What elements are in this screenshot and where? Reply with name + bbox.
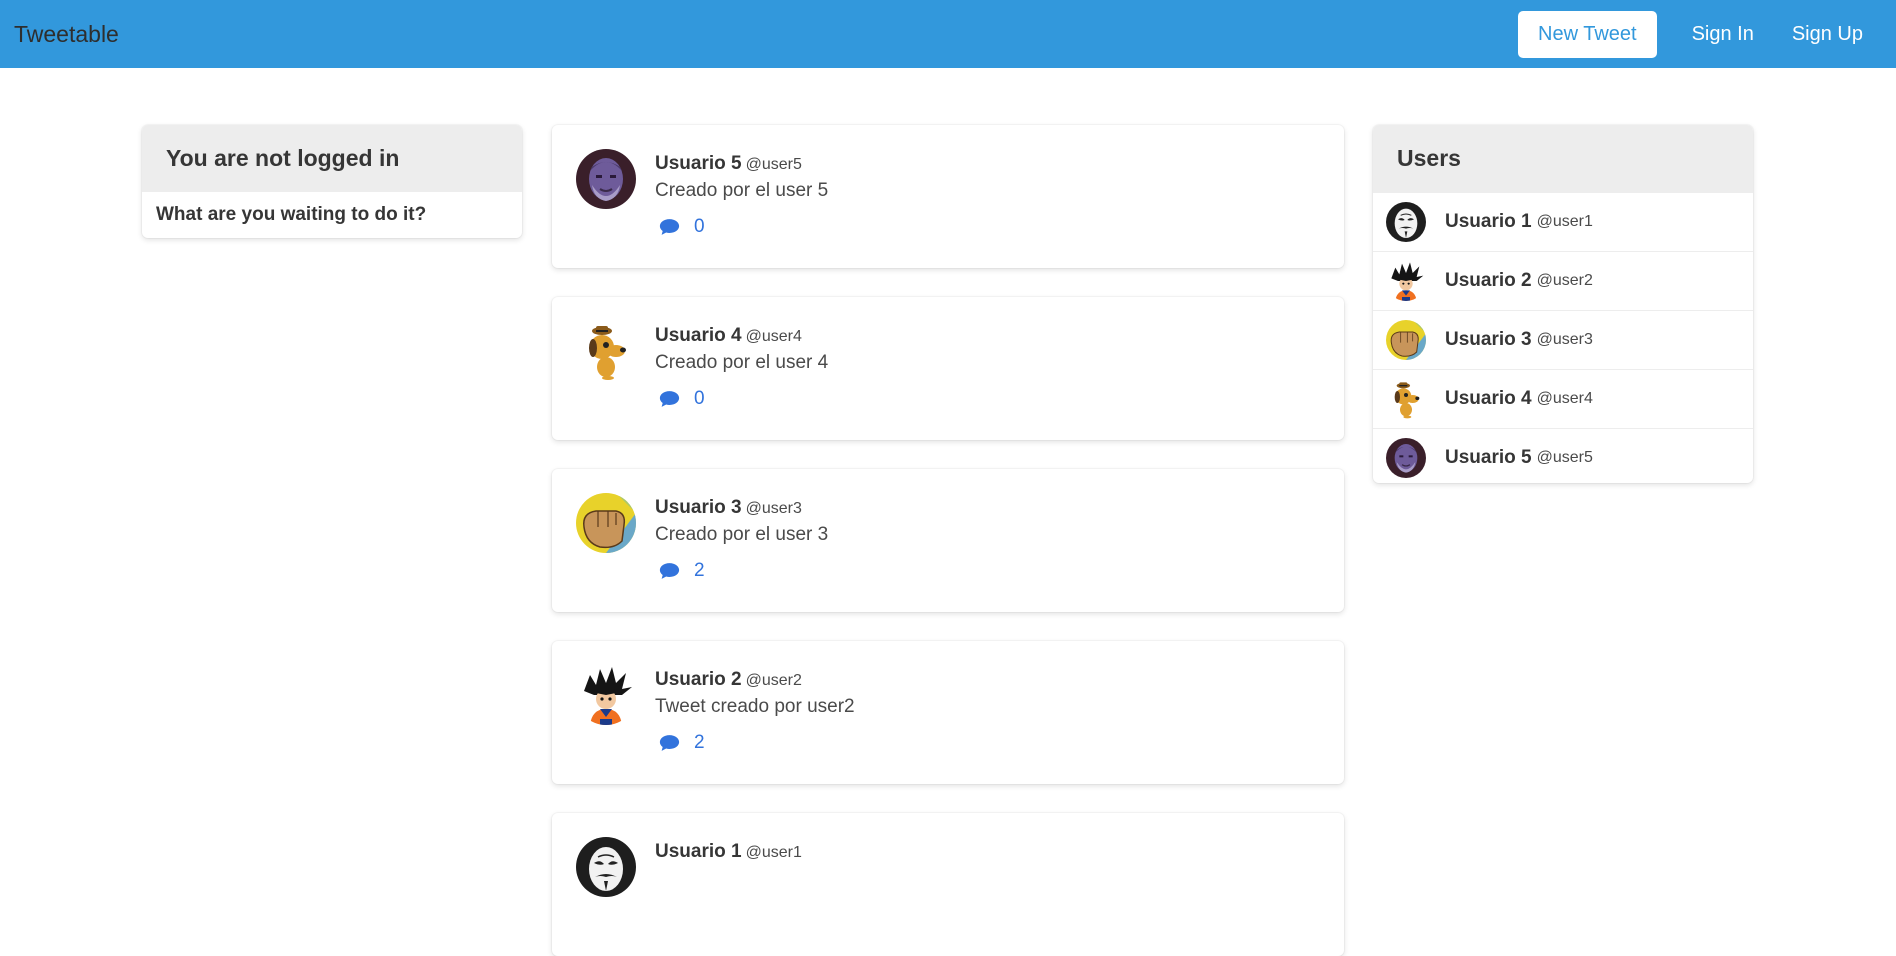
comment-icon xyxy=(659,562,680,580)
new-tweet-button[interactable]: New Tweet xyxy=(1518,10,1657,58)
navbar: Tweetable New Tweet Sign In Sign Up xyxy=(0,0,1896,68)
tweet-text: Creado por el user 5 xyxy=(655,180,829,201)
sign-up-link[interactable]: Sign Up xyxy=(1773,0,1896,68)
user-handle: @user5 xyxy=(1536,449,1593,466)
user-list-item[interactable]: Usuario 1 @user1 xyxy=(1373,192,1753,251)
user-handle: @user4 xyxy=(1536,390,1593,407)
mask-avatar[interactable] xyxy=(576,837,636,897)
brand-logo[interactable]: Tweetable xyxy=(14,0,119,68)
thanos-avatar[interactable] xyxy=(576,149,636,209)
comment-count: 0 xyxy=(694,388,705,409)
tweet-author-name[interactable]: Usuario 4 xyxy=(655,325,742,346)
user-name[interactable]: Usuario 3 xyxy=(1445,329,1532,351)
login-status-message: What are you waiting to do it? xyxy=(156,204,427,225)
comments-button[interactable]: 2 xyxy=(655,560,705,582)
tweet-card[interactable]: Usuario 4 @user4 Creado por el user 4 0 xyxy=(552,297,1344,440)
tweet-author-name[interactable]: Usuario 3 xyxy=(655,497,742,518)
comment-icon xyxy=(659,218,680,236)
login-status-panel: You are not logged in What are you waiti… xyxy=(142,125,522,238)
goku-avatar[interactable] xyxy=(576,665,636,725)
user-list-item[interactable]: Usuario 5 @user5 xyxy=(1373,428,1753,483)
users-panel: Users Usuario 1 @user1 Usuario 2 @user2 … xyxy=(1373,125,1753,483)
tweet-card[interactable]: Usuario 1 @user1 xyxy=(552,813,1344,956)
tweet-text: Tweet creado por user2 xyxy=(655,696,855,717)
comment-count: 0 xyxy=(694,216,705,237)
comment-count: 2 xyxy=(694,732,705,753)
goku-avatar xyxy=(1386,261,1426,301)
tweet-card[interactable]: Usuario 2 @user2 Tweet creado por user2 2 xyxy=(552,641,1344,784)
comment-count: 2 xyxy=(694,560,705,581)
user-list-item[interactable]: Usuario 3 @user3 xyxy=(1373,310,1753,369)
tweet-author-name[interactable]: Usuario 2 xyxy=(655,669,742,690)
user-name[interactable]: Usuario 2 xyxy=(1445,270,1532,292)
login-status-title: You are not logged in xyxy=(142,125,522,192)
comment-icon xyxy=(659,390,680,408)
thanos-avatar xyxy=(1386,438,1426,478)
tweet-card[interactable]: Usuario 5 @user5 Creado por el user 5 0 xyxy=(552,125,1344,268)
user-handle: @user3 xyxy=(1536,331,1593,348)
fist-avatar[interactable] xyxy=(576,493,636,553)
user-name[interactable]: Usuario 4 xyxy=(1445,388,1532,410)
user-name[interactable]: Usuario 5 xyxy=(1445,447,1532,469)
tweet-text: Creado por el user 4 xyxy=(655,352,829,373)
tweet-author-name[interactable]: Usuario 5 xyxy=(655,153,742,174)
users-panel-title: Users xyxy=(1373,125,1753,192)
user-handle: @user2 xyxy=(1536,272,1593,289)
dog-avatar[interactable] xyxy=(576,321,636,381)
user-name[interactable]: Usuario 1 xyxy=(1445,211,1532,233)
tweet-author-handle: @user5 xyxy=(745,156,802,173)
comment-icon xyxy=(659,734,680,752)
sign-in-link[interactable]: Sign In xyxy=(1673,0,1773,68)
user-handle: @user1 xyxy=(1536,213,1593,230)
dog-avatar xyxy=(1386,379,1426,419)
tweet-text: Creado por el user 3 xyxy=(655,524,829,545)
navbar-end: New Tweet Sign In Sign Up xyxy=(1518,0,1896,68)
tweet-author-handle: @user4 xyxy=(745,328,802,345)
comments-button[interactable]: 0 xyxy=(655,388,705,410)
tweet-author-handle: @user3 xyxy=(745,500,802,517)
comments-button[interactable]: 2 xyxy=(655,732,705,754)
comments-button[interactable]: 0 xyxy=(655,216,705,238)
tweet-author-handle: @user1 xyxy=(745,844,802,861)
fist-avatar xyxy=(1386,320,1426,360)
user-list-item[interactable]: Usuario 4 @user4 xyxy=(1373,369,1753,428)
user-list-item[interactable]: Usuario 2 @user2 xyxy=(1373,251,1753,310)
tweet-author-handle: @user2 xyxy=(745,672,802,689)
tweet-author-name[interactable]: Usuario 1 xyxy=(655,841,742,862)
tweet-card[interactable]: Usuario 3 @user3 Creado por el user 3 2 xyxy=(552,469,1344,612)
mask-avatar xyxy=(1386,202,1426,242)
